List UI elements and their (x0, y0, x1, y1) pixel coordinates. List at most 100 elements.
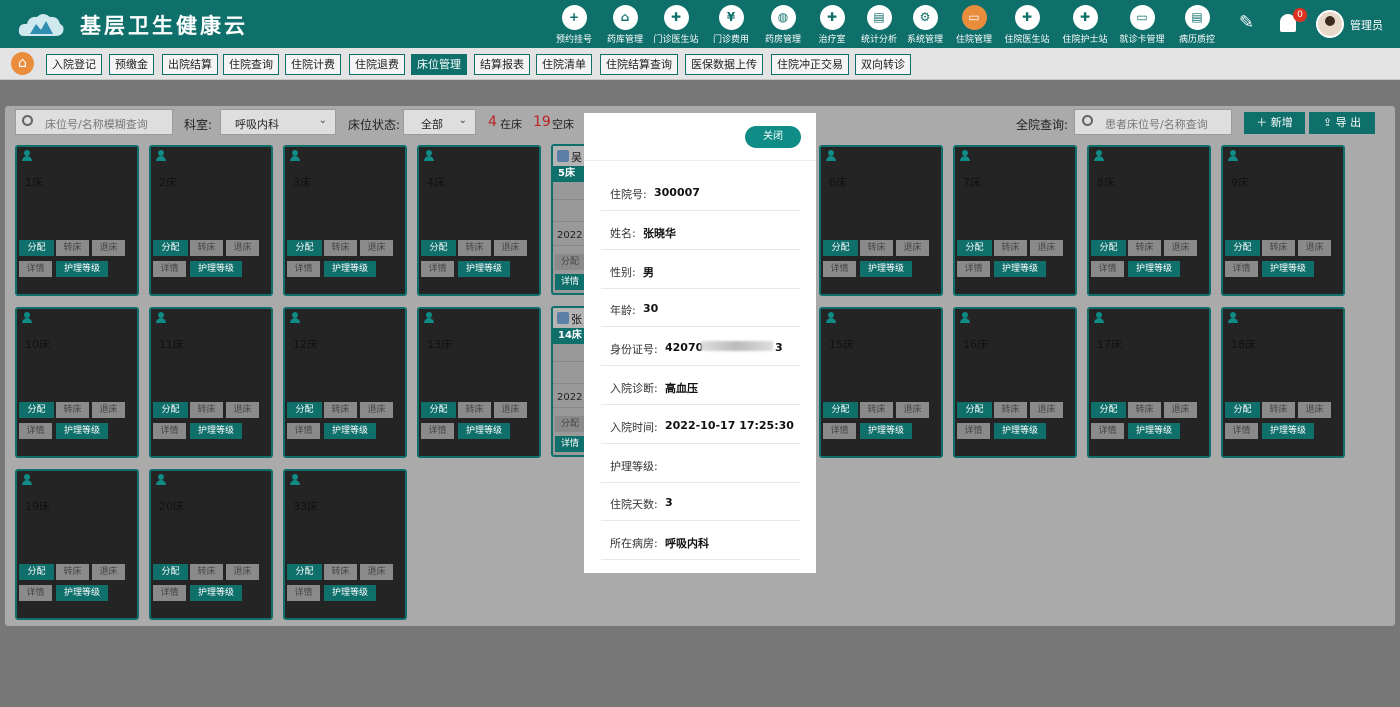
discharge-bed-button[interactable]: 退床 (360, 402, 393, 418)
assign-button[interactable]: 分配 (1225, 402, 1260, 418)
detail-button[interactable]: 详情 (153, 261, 186, 277)
nursing-level-button[interactable]: 护理等级 (56, 585, 108, 601)
detail-button[interactable]: 详情 (1225, 423, 1258, 439)
tab[interactable]: 住院清单 (536, 54, 592, 75)
detail-button[interactable]: 详情 (1225, 261, 1258, 277)
transfer-bed-button[interactable]: 转床 (324, 240, 357, 256)
discharge-bed-button[interactable]: 退床 (92, 402, 125, 418)
status-select[interactable]: 全部 ⌄ (403, 109, 476, 135)
tab[interactable]: 医保数据上传 (685, 54, 763, 75)
transfer-bed-button[interactable]: 转床 (994, 240, 1027, 256)
assign-button[interactable]: 分配 (19, 402, 54, 418)
discharge-bed-button[interactable]: 退床 (1298, 240, 1331, 256)
discharge-bed-button[interactable]: 退床 (360, 564, 393, 580)
nursing-level-button[interactable]: 护理等级 (860, 423, 912, 439)
nursing-level-button[interactable]: 护理等级 (324, 585, 376, 601)
discharge-bed-button[interactable]: 退床 (226, 240, 259, 256)
detail-button[interactable]: 详情 (19, 585, 52, 601)
tab[interactable]: 双向转诊 (855, 54, 911, 75)
discharge-bed-button[interactable]: 退床 (1164, 240, 1197, 256)
home-icon[interactable] (11, 52, 34, 75)
close-button[interactable]: 关闭 (745, 126, 801, 148)
tab[interactable]: 出院结算 (162, 54, 218, 75)
detail-button[interactable]: 详情 (1091, 261, 1124, 277)
assign-button[interactable]: 分配 (957, 402, 992, 418)
nursing-level-button[interactable]: 护理等级 (190, 423, 242, 439)
nursing-level-button[interactable]: 护理等级 (190, 261, 242, 277)
nav-item[interactable]: ▭ 就诊卡管理 (1116, 5, 1168, 45)
export-button[interactable]: ⇪ 导 出 (1309, 112, 1375, 134)
discharge-bed-button[interactable]: 退床 (494, 402, 527, 418)
assign-button[interactable]: 分配 (421, 240, 456, 256)
assign-button[interactable]: 分配 (1091, 402, 1126, 418)
detail-button[interactable]: 详情 (823, 423, 856, 439)
tab[interactable]: 结算报表 (474, 54, 530, 75)
nav-item[interactable]: ✚ 门诊医生站 (650, 5, 702, 45)
detail-button[interactable]: 详情 (957, 261, 990, 277)
transfer-bed-button[interactable]: 转床 (56, 564, 89, 580)
nursing-level-button[interactable]: 护理等级 (324, 423, 376, 439)
discharge-bed-button[interactable]: 退床 (92, 564, 125, 580)
transfer-bed-button[interactable]: 转床 (994, 402, 1027, 418)
detail-button[interactable]: 详情 (287, 585, 320, 601)
nav-item[interactable]: + 预约挂号 (548, 5, 600, 45)
nav-item[interactable]: ⌂ 药库管理 (599, 5, 651, 45)
assign-button[interactable]: 分配 (421, 402, 456, 418)
nursing-level-button[interactable]: 护理等级 (1128, 261, 1180, 277)
detail-button[interactable]: 详情 (957, 423, 990, 439)
discharge-bed-button[interactable]: 退床 (896, 402, 929, 418)
detail-button[interactable]: 详情 (555, 436, 585, 452)
assign-button[interactable]: 分配 (19, 240, 54, 256)
transfer-bed-button[interactable]: 转床 (324, 564, 357, 580)
discharge-bed-button[interactable]: 退床 (226, 564, 259, 580)
transfer-bed-button[interactable]: 转床 (1262, 402, 1295, 418)
nursing-level-button[interactable]: 护理等级 (1262, 423, 1314, 439)
nav-item[interactable]: ✚ 住院护士站 (1059, 5, 1111, 45)
tab[interactable]: 住院结算查询 (600, 54, 678, 75)
tab[interactable]: 预缴金 (109, 54, 154, 75)
avatar[interactable] (1316, 10, 1344, 38)
bed-search-input[interactable]: 床位号/名称模糊查询 (15, 109, 173, 135)
nursing-level-button[interactable]: 护理等级 (1128, 423, 1180, 439)
add-button[interactable]: ＋ 新增 (1244, 112, 1305, 134)
nav-item[interactable]: ⚙ 系统管理 (899, 5, 951, 45)
nursing-level-button[interactable]: 护理等级 (994, 261, 1046, 277)
detail-button[interactable]: 详情 (823, 261, 856, 277)
assign-button[interactable]: 分配 (823, 240, 858, 256)
assign-button[interactable]: 分配 (287, 402, 322, 418)
dept-select[interactable]: 呼吸内科 ⌄ (220, 109, 336, 135)
detail-button[interactable]: 详情 (421, 423, 454, 439)
nursing-level-button[interactable]: 护理等级 (190, 585, 242, 601)
detail-button[interactable]: 详情 (19, 261, 52, 277)
detail-button[interactable]: 详情 (153, 423, 186, 439)
discharge-bed-button[interactable]: 退床 (360, 240, 393, 256)
tab[interactable]: 床位管理 (411, 54, 467, 75)
nursing-level-button[interactable]: 护理等级 (56, 261, 108, 277)
assign-button[interactable]: 分配 (555, 254, 585, 270)
discharge-bed-button[interactable]: 退床 (1030, 402, 1063, 418)
nav-item[interactable]: ✚ 治疗室 (806, 5, 858, 45)
detail-button[interactable]: 详情 (287, 261, 320, 277)
edit-pencil-icon[interactable]: ✎ (1239, 12, 1254, 33)
nav-item[interactable]: ¥ 门诊费用 (705, 5, 757, 45)
nursing-level-button[interactable]: 护理等级 (458, 423, 510, 439)
tab[interactable]: 入院登记 (46, 54, 102, 75)
detail-button[interactable]: 详情 (1091, 423, 1124, 439)
detail-button[interactable]: 详情 (153, 585, 186, 601)
transfer-bed-button[interactable]: 转床 (190, 402, 223, 418)
assign-button[interactable]: 分配 (1225, 240, 1260, 256)
discharge-bed-button[interactable]: 退床 (896, 240, 929, 256)
assign-button[interactable]: 分配 (153, 564, 188, 580)
all-search-input[interactable]: 患者床位号/名称查询 (1074, 109, 1232, 135)
transfer-bed-button[interactable]: 转床 (324, 402, 357, 418)
discharge-bed-button[interactable]: 退床 (494, 240, 527, 256)
nav-item[interactable]: ✚ 住院医生站 (1001, 5, 1053, 45)
assign-button[interactable]: 分配 (1091, 240, 1126, 256)
transfer-bed-button[interactable]: 转床 (458, 240, 491, 256)
transfer-bed-button[interactable]: 转床 (56, 402, 89, 418)
nursing-level-button[interactable]: 护理等级 (860, 261, 912, 277)
assign-button[interactable]: 分配 (287, 564, 322, 580)
nav-item[interactable]: ▤ 病历质控 (1171, 5, 1223, 45)
tab[interactable]: 住院退费 (349, 54, 405, 75)
tab[interactable]: 住院冲正交易 (771, 54, 849, 75)
